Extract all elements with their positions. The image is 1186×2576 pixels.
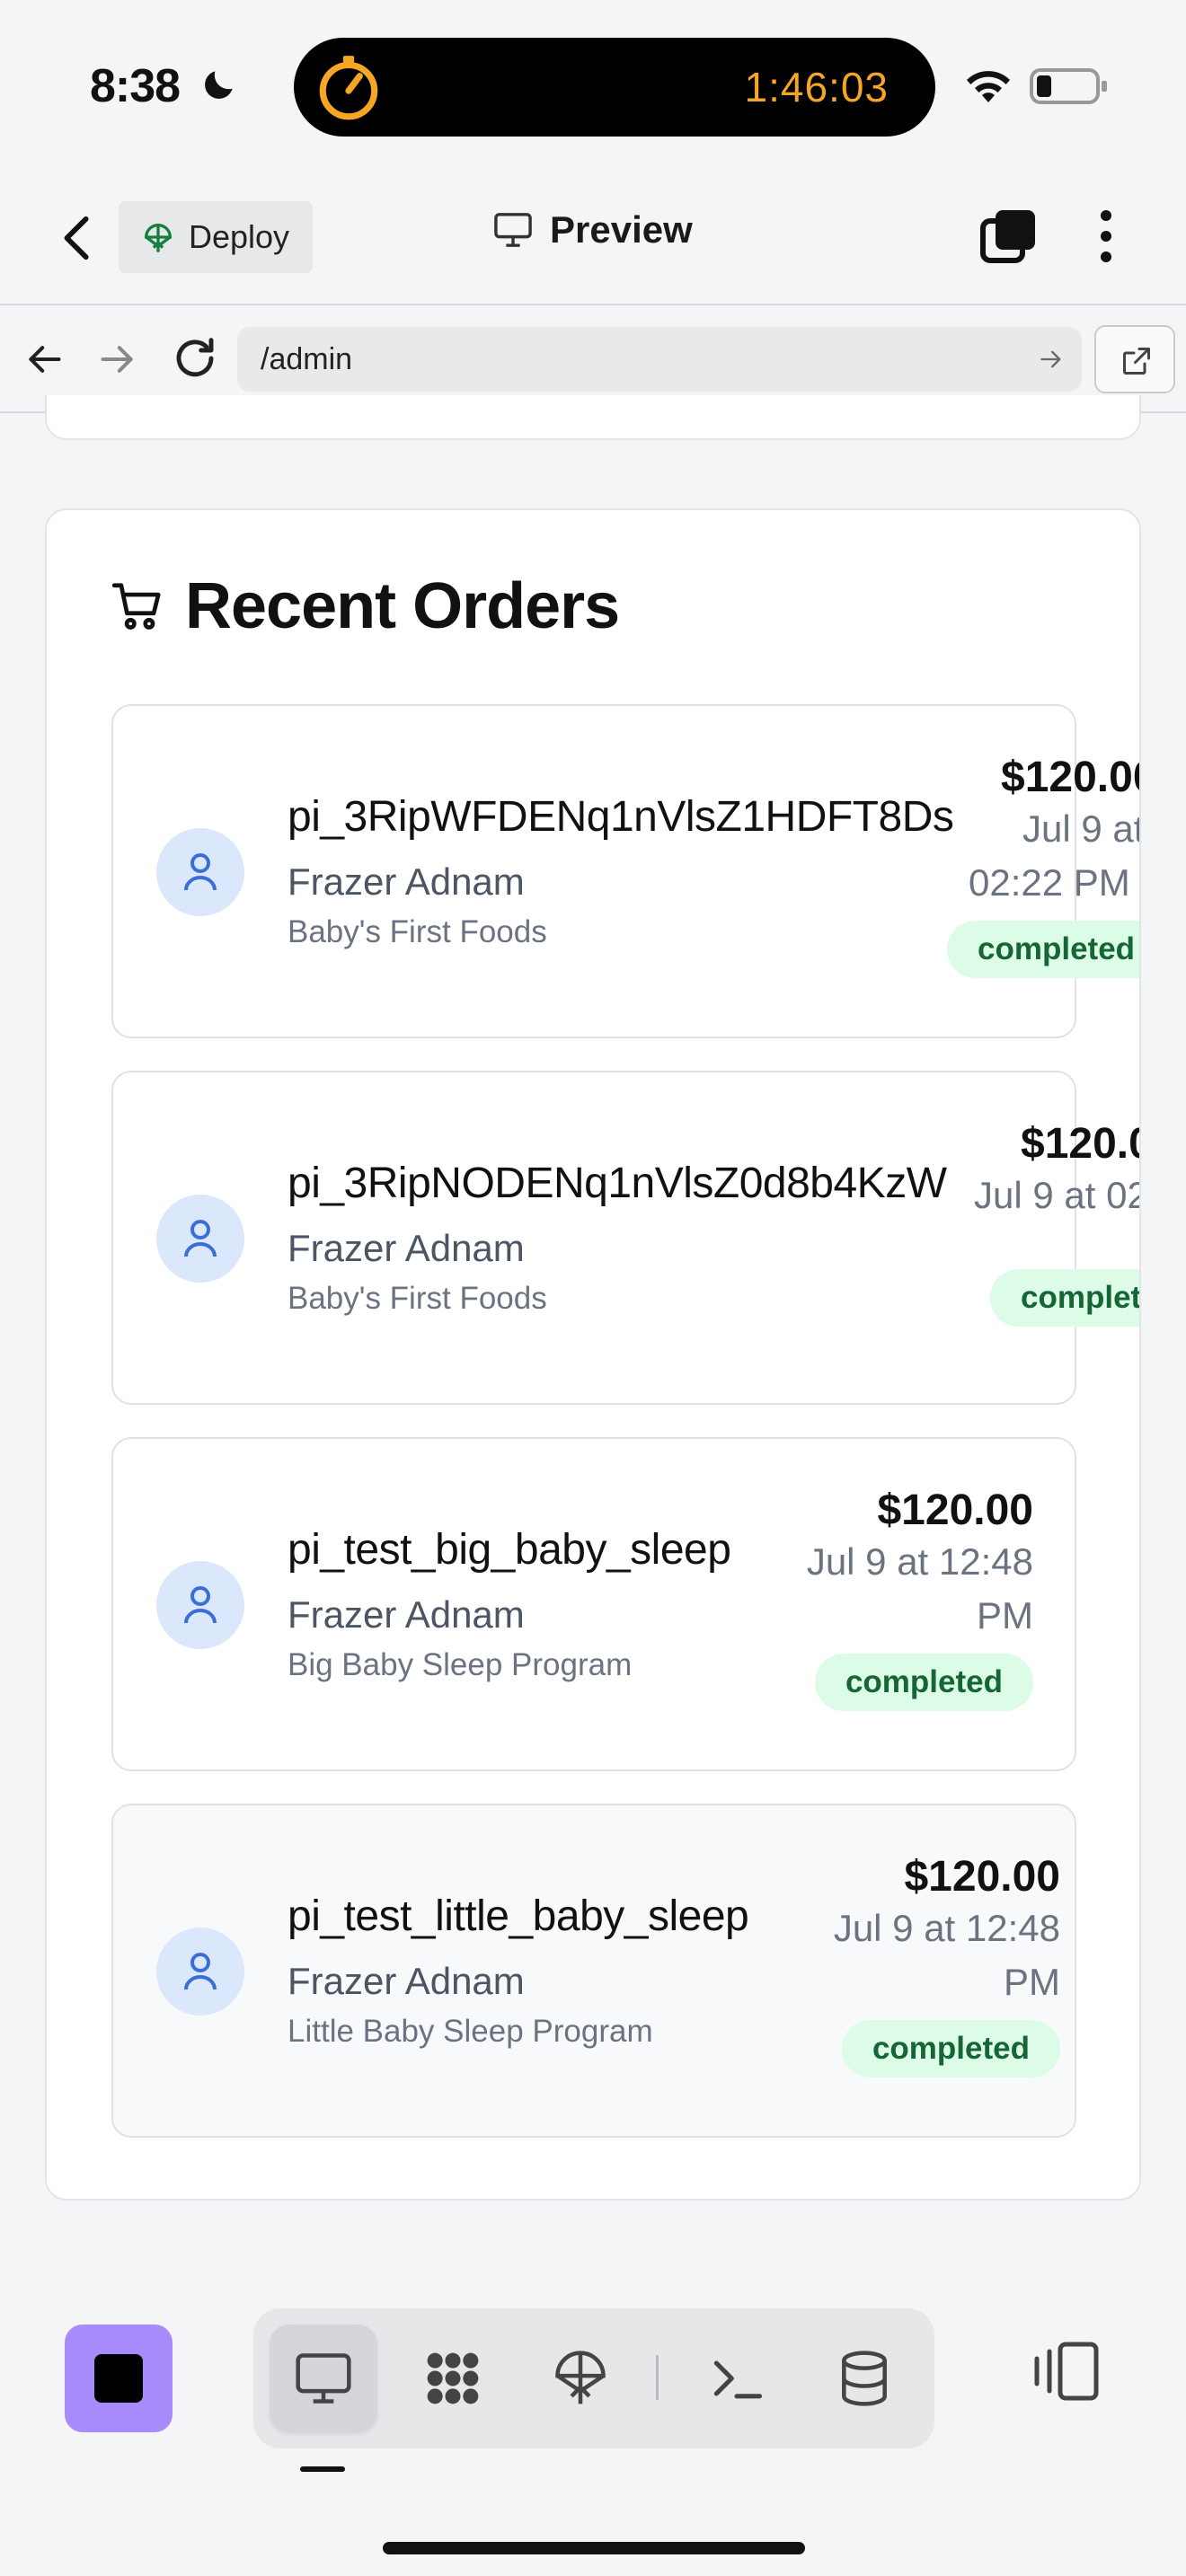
timer-text: 1:46:03 <box>744 64 889 110</box>
preview-tool-button[interactable] <box>270 2325 377 2432</box>
home-indicator <box>383 2542 805 2554</box>
database-icon <box>842 2351 887 2406</box>
order-amount: $120.00 <box>1021 1120 1139 1168</box>
url-input[interactable]: /admin <box>237 327 1082 392</box>
recent-orders-title: Recent Orders <box>185 570 620 642</box>
reload-icon[interactable] <box>171 334 219 383</box>
deploy-icon <box>555 2351 606 2404</box>
more-vertical-icon[interactable] <box>1091 207 1121 266</box>
deploy-label: Deploy <box>189 218 290 255</box>
monitor-icon <box>494 213 532 247</box>
order-customer: Frazer Adnam <box>288 1227 525 1269</box>
deploy-icon <box>144 224 173 252</box>
status-time: 8:38 <box>90 60 181 112</box>
order-id: pi_test_big_baby_sleep <box>288 1526 731 1574</box>
recent-orders-heading: Recent Orders <box>110 569 620 643</box>
nodes-icon <box>427 2352 479 2404</box>
bottom-toolbar <box>0 2263 1186 2576</box>
status-badge: completed <box>841 2020 1060 2078</box>
deploy-tool-button[interactable] <box>527 2325 634 2432</box>
timer-icon <box>319 56 378 120</box>
order-item[interactable]: pi_test_little_baby_sleep Frazer Adnam L… <box>111 1804 1076 2138</box>
avatar <box>156 1561 244 1649</box>
stop-button[interactable] <box>65 2325 173 2432</box>
status-badge: completed <box>947 921 1139 978</box>
tabs-icon[interactable] <box>979 207 1039 266</box>
order-item[interactable]: pi_test_big_baby_sleep Frazer Adnam Big … <box>111 1437 1076 1771</box>
order-summary: $120.00 Jul 9 at 02:11 PM completed <box>974 1119 1139 1327</box>
order-item[interactable]: pi_3RipWFDENq1nVlsZ1HDFT8Ds Frazer Adnam… <box>111 704 1139 1038</box>
order-product: Baby's First Foods <box>288 1281 547 1316</box>
order-summary: $120.00 Jul 9 at 12:48 PM completed <box>818 1852 1060 2078</box>
wifi-icon <box>967 71 1010 102</box>
user-icon <box>184 1953 217 1990</box>
status-bar: 8:38 1:46:03 <box>0 0 1186 171</box>
terminal-icon <box>713 2360 763 2399</box>
open-external-button[interactable] <box>1094 325 1175 393</box>
status-badge: completed <box>990 1269 1139 1327</box>
app-bar: Deploy Preview <box>0 171 1186 305</box>
battery-icon <box>1030 68 1107 104</box>
avatar <box>156 1195 244 1283</box>
avatar <box>156 828 244 916</box>
external-link-icon <box>1123 348 1150 375</box>
shopping-cart-icon <box>111 583 161 630</box>
go-arrow-icon[interactable] <box>1039 347 1064 372</box>
status-badge: completed <box>814 1654 1033 1711</box>
order-date: Jul 9 at 12:48 PM <box>833 1907 1060 2003</box>
moon-icon <box>205 71 233 99</box>
preview-icon <box>296 2353 351 2404</box>
order-product: Little Baby Sleep Program <box>288 2014 653 2049</box>
order-customer: Frazer Adnam <box>288 1593 525 1636</box>
terminal-tool-button[interactable] <box>683 2325 791 2432</box>
order-summary: $120.00 Jul 9 at 12:48 PM completed <box>791 1486 1033 1711</box>
order-product: Big Baby Sleep Program <box>288 1647 633 1682</box>
order-date: Jul 9 at 02:11 PM <box>974 1174 1139 1216</box>
dynamic-island[interactable]: 1:46:03 <box>294 38 935 137</box>
order-customer: Frazer Adnam <box>288 1960 525 2002</box>
toolbar-divider <box>656 2355 659 2400</box>
order-customer: Frazer Adnam <box>288 860 525 903</box>
preview-label: Preview <box>550 208 693 251</box>
url-text: /admin <box>261 342 353 376</box>
order-id: pi_3RipNODENq1nVlsZ0d8b4KzW <box>288 1160 947 1207</box>
order-item[interactable]: pi_3RipNODENq1nVlsZ0d8b4KzW Frazer Adnam… <box>111 1071 1139 1405</box>
user-icon <box>184 1220 217 1257</box>
arrow-right-icon[interactable] <box>97 340 138 379</box>
deploy-button[interactable]: Deploy <box>119 201 313 273</box>
arrow-left-icon[interactable] <box>23 340 65 379</box>
active-tool-indicator <box>300 2466 345 2472</box>
tool-group <box>253 2308 934 2448</box>
previous-card <box>45 395 1141 440</box>
panel-toggle-icon[interactable] <box>1031 2341 1100 2402</box>
order-date: Jul 9 at 12:48 PM <box>806 1540 1033 1636</box>
order-amount: $120.00 <box>904 1853 1060 1901</box>
stop-icon <box>94 2354 143 2403</box>
avatar <box>156 1928 244 2016</box>
preview-title[interactable]: Preview <box>492 208 693 251</box>
user-icon <box>184 1586 217 1624</box>
order-date: Jul 9 at 02:22 PM <box>969 807 1141 904</box>
database-tool-button[interactable] <box>810 2325 918 2432</box>
order-summary: $120.00 Jul 9 at02:22 PM completed <box>947 753 1139 978</box>
user-icon <box>184 853 217 891</box>
order-id: pi_3RipWFDENq1nVlsZ1HDFT8Ds <box>288 793 954 841</box>
recent-orders-card: Recent Orders pi_3RipWFDENq1nVlsZ1HDFT8D… <box>45 508 1141 2201</box>
order-amount: $120.00 <box>877 1486 1033 1534</box>
order-id: pi_test_little_baby_sleep <box>288 1892 749 1940</box>
nodes-tool-button[interactable] <box>399 2325 507 2432</box>
back-icon[interactable] <box>56 214 99 262</box>
order-amount: $120.00 <box>1001 754 1139 801</box>
order-product: Baby's First Foods <box>288 914 547 949</box>
